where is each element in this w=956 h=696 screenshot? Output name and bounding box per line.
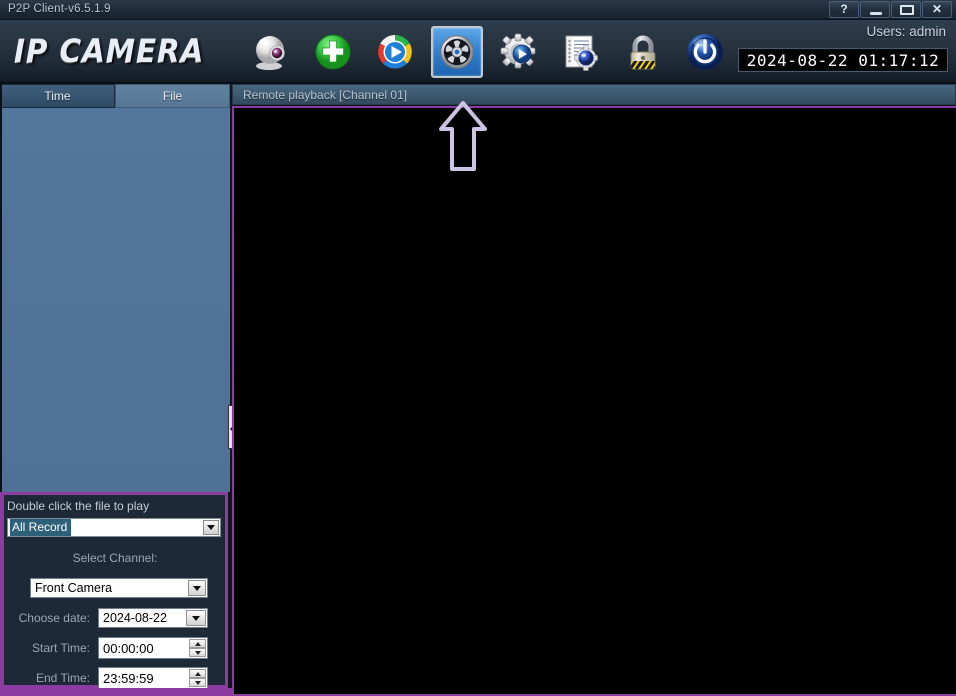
plus-icon bbox=[315, 34, 351, 70]
start-time-row: Start Time: 00:00:00 bbox=[4, 633, 226, 663]
date-wrap: 2024-08-22 bbox=[98, 608, 208, 628]
form-fields: Select Channel: Front Camera Choose date… bbox=[4, 543, 226, 693]
bottom-accent-strip bbox=[0, 688, 232, 696]
local-playback-button[interactable] bbox=[369, 26, 421, 78]
start-time-wrap: 00:00:00 bbox=[98, 637, 208, 659]
channel-row: Select Channel: bbox=[4, 543, 226, 573]
date-row: Choose date: 2024-08-22 bbox=[4, 603, 226, 633]
start-time-label: Start Time: bbox=[31, 641, 90, 655]
user-info: Users: admin bbox=[866, 24, 946, 39]
chevron-down-icon bbox=[192, 615, 200, 621]
search-form-panel: Double click the file to play All Record… bbox=[0, 492, 228, 689]
chevron-down-icon bbox=[194, 650, 201, 655]
maximize-button[interactable] bbox=[891, 1, 921, 18]
lock-button[interactable] bbox=[617, 26, 669, 78]
chevron-up-icon bbox=[194, 671, 201, 676]
channel-select-row: Front Camera bbox=[4, 573, 226, 603]
chevron-down-icon bbox=[194, 680, 201, 685]
title-bar: P2P Client-v6.5.1.9 ? ✕ bbox=[0, 0, 956, 20]
start-time-stepper[interactable]: 00:00:00 bbox=[98, 637, 208, 659]
start-time-value: 00:00:00 bbox=[103, 640, 154, 656]
sidebar-tabs: Time File bbox=[0, 84, 230, 108]
start-time-spinner-buttons[interactable] bbox=[189, 639, 206, 657]
live-view-button[interactable] bbox=[245, 26, 297, 78]
file-list-panel[interactable] bbox=[0, 108, 230, 492]
start-time-decrement[interactable] bbox=[189, 648, 206, 657]
record-type-combobox[interactable]: All Record bbox=[7, 518, 221, 537]
application-window: P2P Client-v6.5.1.9 ? ✕ IP CAMERA Users:… bbox=[0, 0, 956, 696]
log-document-icon bbox=[565, 35, 598, 71]
end-time-value: 23:59:59 bbox=[103, 670, 154, 686]
video-title: Remote playback [Channel 01] bbox=[243, 88, 408, 102]
remote-playback-button[interactable] bbox=[431, 26, 483, 78]
brand-logo: IP CAMERA bbox=[14, 32, 205, 70]
video-title-bar: Remote playback [Channel 01] bbox=[232, 84, 956, 105]
end-time-spinner-buttons[interactable] bbox=[189, 669, 206, 687]
window-controls: ? ✕ bbox=[829, 1, 952, 18]
video-display-area[interactable] bbox=[232, 106, 956, 696]
close-button[interactable]: ✕ bbox=[922, 1, 952, 18]
end-time-label: End Time: bbox=[35, 671, 90, 685]
end-time-wrap: 23:59:59 bbox=[98, 667, 208, 689]
minimize-button[interactable] bbox=[860, 1, 890, 18]
power-button[interactable] bbox=[679, 26, 731, 78]
maximize-icon bbox=[900, 5, 914, 15]
webcam-icon bbox=[256, 36, 285, 70]
date-value: 2024-08-22 bbox=[103, 611, 167, 625]
end-time-increment[interactable] bbox=[189, 669, 206, 678]
channel-value: Front Camera bbox=[35, 581, 113, 595]
power-button-icon bbox=[687, 34, 723, 70]
app-header: IP CAMERA Users: admin 2024-08-22 01:17:… bbox=[0, 20, 956, 84]
chevron-down-icon bbox=[207, 525, 215, 530]
date-dropdown-arrow[interactable] bbox=[186, 610, 206, 626]
add-device-button[interactable] bbox=[307, 26, 359, 78]
play-hint-text: Double click the file to play bbox=[7, 499, 150, 513]
channel-label: Select Channel: bbox=[72, 551, 158, 565]
padlock-icon bbox=[630, 35, 656, 70]
film-reel-icon bbox=[440, 35, 474, 69]
channel-select-wrap: Front Camera bbox=[30, 578, 208, 598]
tab-file[interactable]: File bbox=[115, 84, 230, 108]
main-toolbar bbox=[245, 20, 731, 84]
datetime-display: 2024-08-22 01:17:12 bbox=[738, 48, 948, 72]
play-circle-icon bbox=[378, 35, 412, 69]
tab-time[interactable]: Time bbox=[0, 84, 115, 108]
channel-dropdown-arrow[interactable] bbox=[188, 580, 206, 596]
log-button[interactable] bbox=[555, 26, 607, 78]
date-picker[interactable]: 2024-08-22 bbox=[98, 608, 208, 628]
help-button[interactable]: ? bbox=[829, 1, 859, 18]
minimize-icon bbox=[870, 12, 882, 15]
end-time-decrement[interactable] bbox=[189, 678, 206, 687]
record-type-dropdown-arrow[interactable] bbox=[203, 520, 219, 535]
gear-play-icon bbox=[500, 33, 536, 69]
record-type-value: All Record bbox=[10, 519, 72, 536]
chevron-down-icon bbox=[193, 585, 201, 591]
start-time-increment[interactable] bbox=[189, 639, 206, 648]
date-label: Choose date: bbox=[18, 611, 90, 625]
end-time-stepper[interactable]: 23:59:59 bbox=[98, 667, 208, 689]
settings-button[interactable] bbox=[493, 26, 545, 78]
app-title: P2P Client-v6.5.1.9 bbox=[8, 3, 111, 15]
chevron-up-icon bbox=[194, 641, 201, 646]
channel-select[interactable]: Front Camera bbox=[30, 578, 208, 598]
